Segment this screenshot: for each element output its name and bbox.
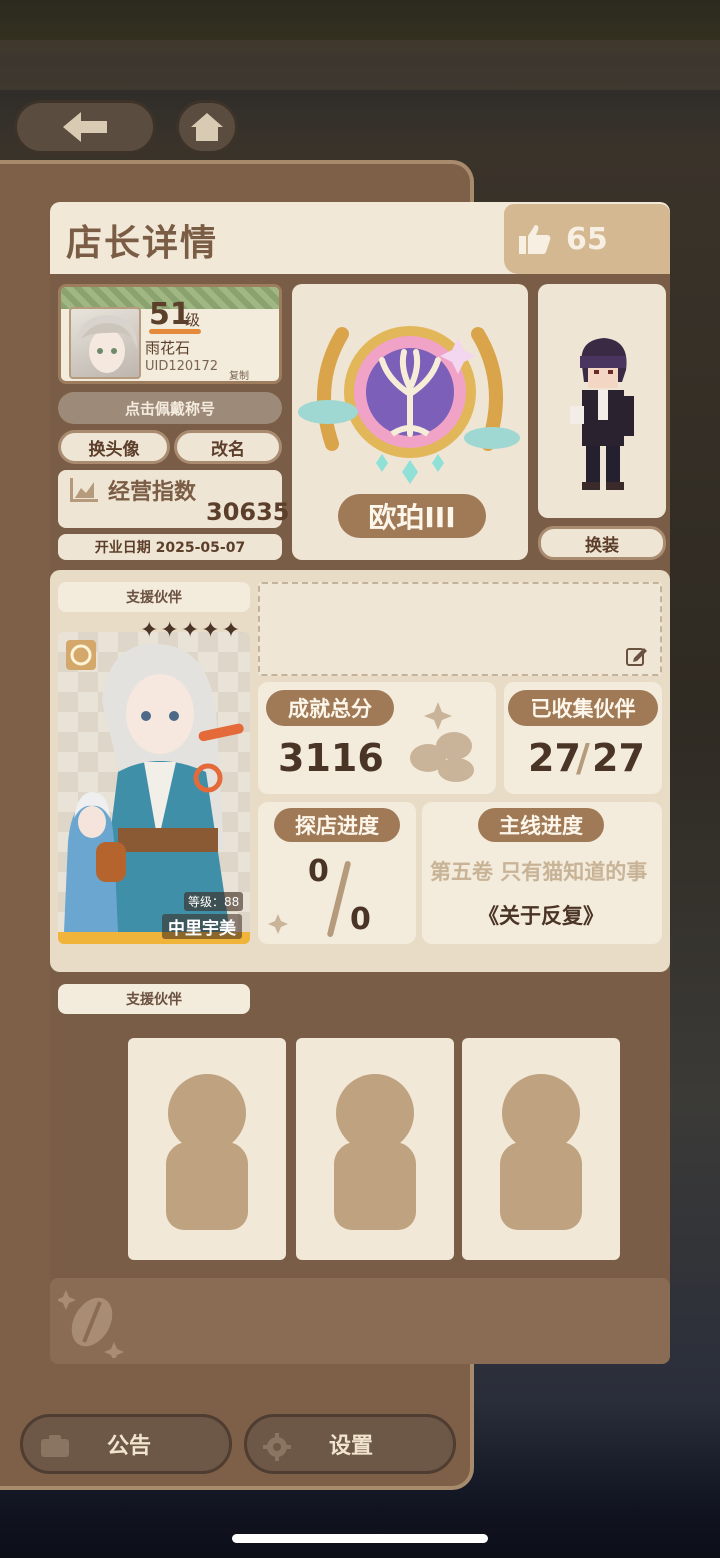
player-name: 雨花石 [145, 339, 191, 357]
story-chapter: 第五卷 只有猫知道的事 [430, 860, 648, 884]
partner-level: 等级：88 [184, 892, 244, 911]
settings-button[interactable]: 设置 [244, 1414, 456, 1474]
profile-card: 51 级 雨花石 UID120172 复制 [58, 284, 282, 384]
character-preview [538, 284, 666, 518]
notice-label: 公告 [107, 1434, 152, 1459]
partner-name: 中里宇美 [162, 914, 242, 939]
coffee-bean-icon [58, 1290, 124, 1358]
like-button[interactable]: 65 [504, 204, 670, 274]
avatar-portrait [76, 315, 138, 373]
level-progress [149, 329, 201, 334]
player-uid: UID120172 [145, 359, 218, 374]
copy-uid-button[interactable]: 复制 [229, 367, 249, 381]
collected-separator: / [576, 736, 590, 780]
rank-name: 欧珀III [338, 494, 486, 538]
partner-stars: ✦✦✦✦✦ [140, 618, 243, 643]
rename-button[interactable]: 改名 [174, 430, 282, 464]
explore-value: 0 [308, 854, 329, 889]
change-outfit-button[interactable]: 换装 [538, 526, 666, 560]
support-partner-label: 支援伙伴 [58, 582, 250, 612]
coffee-bean-bar [50, 1278, 670, 1364]
explore-total: 0 [350, 902, 371, 937]
open-date: 开业日期 2025-05-07 [58, 534, 282, 560]
story-title: 《关于反复》 [478, 904, 604, 928]
collected-total: 27 [592, 736, 645, 780]
background-stripe [0, 40, 720, 90]
change-avatar-button[interactable]: 换头像 [58, 430, 170, 464]
avatar[interactable] [69, 307, 141, 379]
gear-icon [263, 1433, 291, 1461]
collected-label: 已收集伙伴 [508, 690, 658, 726]
signature-box[interactable] [258, 582, 662, 676]
notice-button[interactable]: 公告 [20, 1414, 232, 1474]
business-index-value: 30635 [206, 498, 290, 526]
home-icon [191, 113, 223, 141]
thumbs-up-icon [519, 225, 551, 254]
coffee-bean-icon [410, 702, 474, 782]
explore-label: 探店进度 [274, 808, 400, 842]
level-unit: 级 [185, 311, 201, 329]
page-title: 店长详情 [66, 223, 219, 264]
back-arrow-icon [63, 112, 107, 142]
like-count: 65 [566, 221, 608, 257]
story-label: 主线进度 [478, 808, 604, 842]
support-slot-2[interactable] [296, 1038, 454, 1260]
collected-value: 27 [528, 736, 581, 780]
business-index-label: 经营指数 [108, 480, 197, 505]
notice-icon [41, 1435, 69, 1457]
support-slots-label: 支援伙伴 [58, 984, 250, 1014]
edit-icon [626, 648, 647, 666]
sparkle-icon [268, 914, 288, 934]
settings-label: 设置 [329, 1434, 374, 1459]
achievement-value: 3116 [278, 736, 384, 780]
home-indicator[interactable] [232, 1534, 488, 1543]
home-button[interactable] [176, 100, 238, 154]
equip-title-button[interactable]: 点击佩戴称号 [58, 392, 282, 424]
support-slot-3[interactable] [462, 1038, 620, 1260]
chart-icon [70, 478, 98, 502]
achievement-label: 成就总分 [266, 690, 394, 726]
rank-emblem-icon [298, 326, 520, 484]
back-button[interactable] [14, 100, 156, 154]
support-slot-1[interactable] [128, 1038, 286, 1260]
character-sprite [570, 338, 634, 490]
